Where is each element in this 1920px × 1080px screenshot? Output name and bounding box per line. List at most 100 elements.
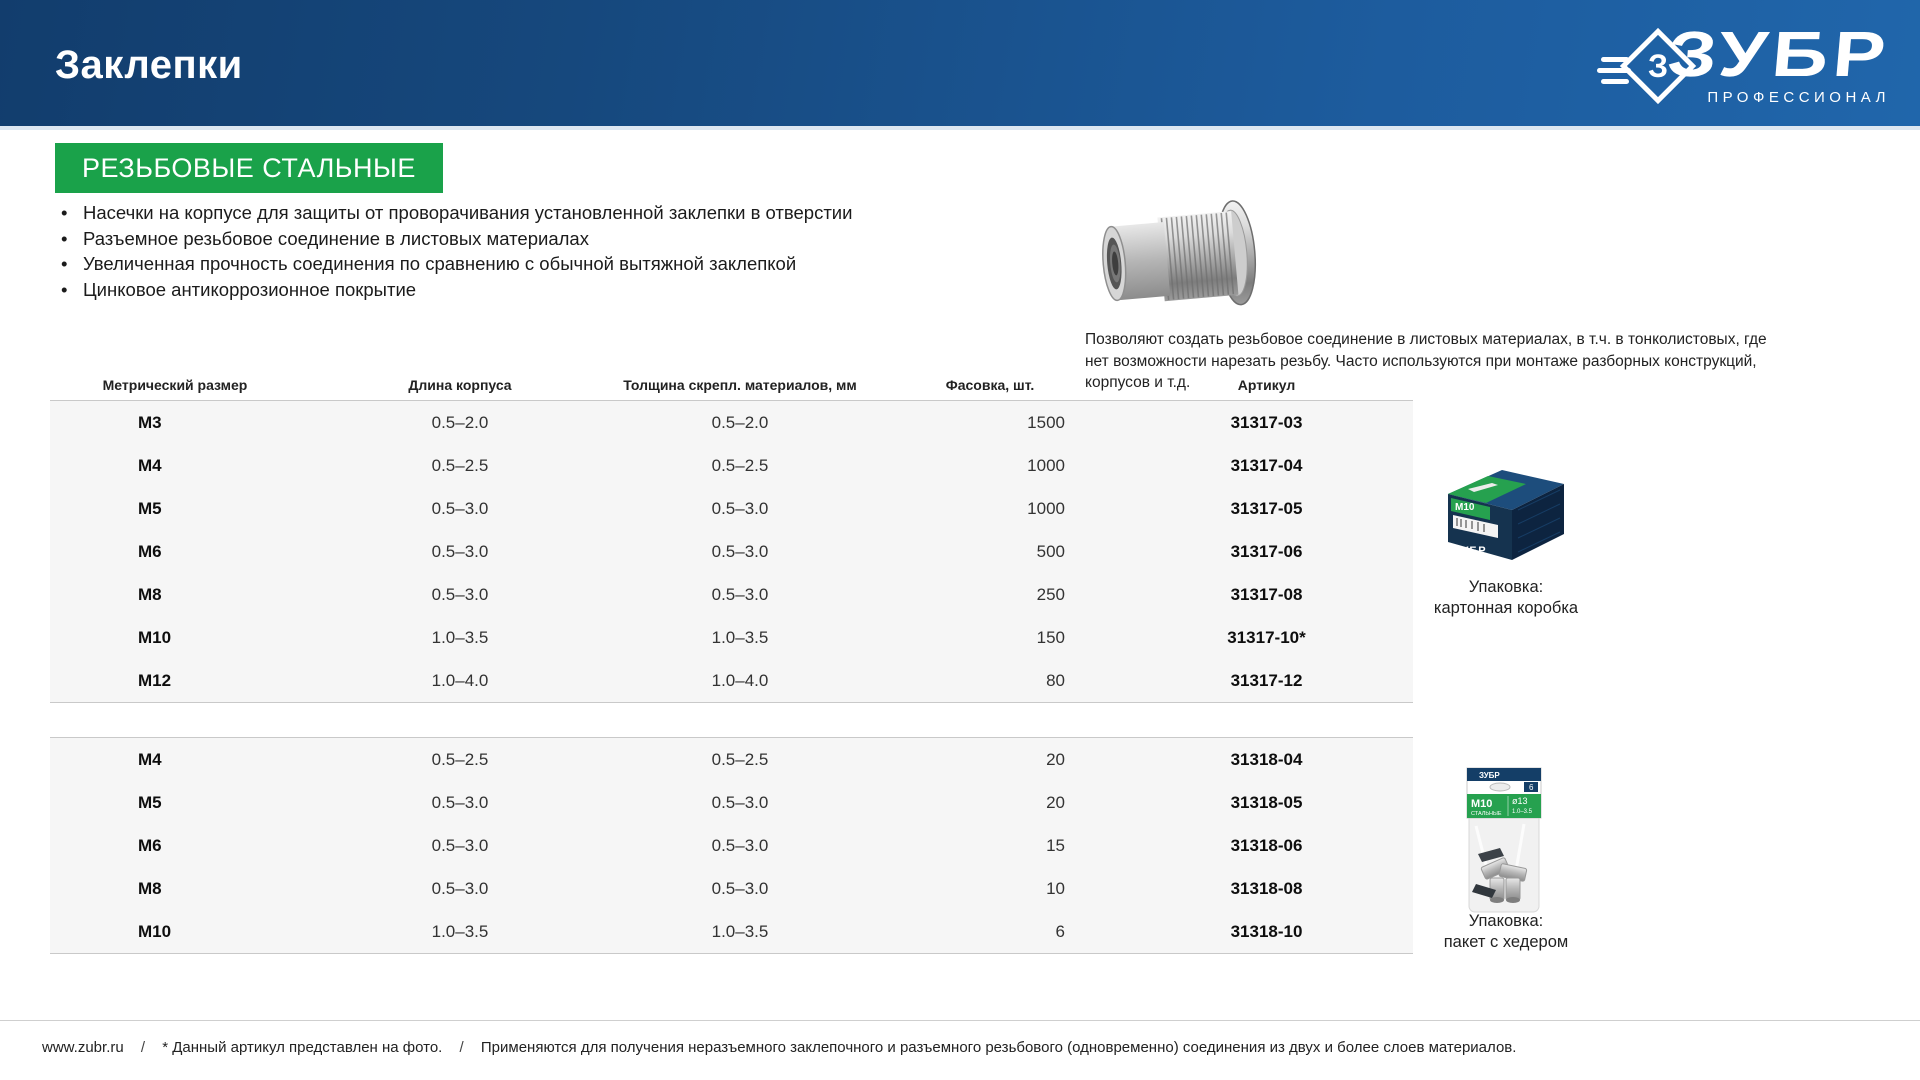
feature-item: Разъемное резьбовое соединение в листовы…: [58, 226, 978, 252]
footer-note-usage: Применяются для получения неразъемного з…: [481, 1039, 1517, 1056]
bag-count-label: 6: [1529, 783, 1534, 792]
table-cell: 0.5–3.0: [620, 836, 860, 856]
bag-size-label: M10: [1471, 798, 1492, 810]
table-body: М40.5–2.50.5–2.52031318-04М50.5–3.00.5–3…: [50, 737, 1413, 954]
table-row: М50.5–3.00.5–3.02031318-05: [50, 781, 1413, 824]
table-row: М121.0–4.01.0–4.08031317-12: [50, 659, 1413, 702]
table-row: М101.0–3.51.0–3.5631318-10: [50, 910, 1413, 953]
table-cell: 31317-06: [1120, 542, 1413, 562]
table-cell: 10: [860, 879, 1120, 899]
column-header: Фасовка, шт.: [860, 377, 1120, 393]
bag-caption: Упаковка: пакет с хедером: [1396, 911, 1616, 953]
table-cell: 1.0–3.5: [300, 628, 620, 648]
table-cell: 0.5–2.0: [620, 413, 860, 433]
table-cell: 0.5–3.0: [620, 585, 860, 605]
table-cell: 31317-10*: [1120, 628, 1413, 648]
table-cell: 31317-03: [1120, 413, 1413, 433]
table-cell: 0.5–3.0: [300, 836, 620, 856]
bag-material-label: СТАЛЬНЫЕ: [1471, 811, 1502, 817]
table-cell: М5: [50, 793, 300, 813]
footer: www.zubr.ru / * Данный артикул представл…: [42, 1039, 1516, 1056]
table-row: М80.5–3.00.5–3.01031318-08: [50, 867, 1413, 910]
table-row: М50.5–3.00.5–3.0100031317-05: [50, 487, 1413, 530]
table-cell: 20: [860, 793, 1120, 813]
brand-subtitle: ПРОФЕССИОНАЛ: [1707, 89, 1890, 106]
table-cell: 31317-05: [1120, 499, 1413, 519]
table-cell: М4: [50, 750, 300, 770]
feature-item: Цинковое антикоррозионное покрытие: [58, 277, 978, 303]
header-divider: [0, 126, 1920, 130]
table-row: М60.5–3.00.5–3.050031317-06: [50, 530, 1413, 573]
table-cell: М8: [50, 585, 300, 605]
table-cell: 1000: [860, 456, 1120, 476]
feature-item: Насечки на корпусе для защиты от провора…: [58, 200, 978, 226]
table-cell: М5: [50, 499, 300, 519]
table-cell: 31318-06: [1120, 836, 1413, 856]
table-cell: М12: [50, 671, 300, 691]
table-cell: 0.5–2.5: [620, 750, 860, 770]
table-cell: 31318-05: [1120, 793, 1413, 813]
column-header: Толщина скрепл. материалов, мм: [620, 377, 860, 393]
package-bag-photo: ЗУБР 6 M10 СТАЛЬНЫЕ ø13 1.0–3.5: [1460, 766, 1548, 916]
package-box-photo: M10 ЗУБР: [1438, 458, 1570, 566]
footer-note-photo: * Данный артикул представлен на фото.: [162, 1039, 442, 1056]
caption-line: Упаковка:: [1396, 911, 1616, 932]
site-link[interactable]: www.zubr.ru: [42, 1039, 124, 1056]
table-cell: М6: [50, 542, 300, 562]
brand-name: ЗУБР: [1665, 24, 1892, 84]
table-row: М60.5–3.00.5–3.01531318-06: [50, 824, 1413, 867]
table-cell: 31318-08: [1120, 879, 1413, 899]
feature-list: Насечки на корпусе для защиты от провора…: [58, 200, 978, 302]
box-brand-label: ЗУБР: [1454, 545, 1487, 557]
table-cell: М4: [50, 456, 300, 476]
column-header: Метрический размер: [50, 377, 300, 393]
table-cell: 1.0–4.0: [620, 671, 860, 691]
table-header-row: Метрический размер Длина корпуса Толщина…: [50, 370, 1413, 400]
table-cell: 0.5–2.5: [300, 750, 620, 770]
feature-item: Увеличенная прочность соединения по срав…: [58, 251, 978, 277]
column-header: Артикул: [1120, 377, 1413, 393]
table-cell: 0.5–3.0: [620, 793, 860, 813]
table-cell: 31317-08: [1120, 585, 1413, 605]
table-cell: 0.5–3.0: [300, 793, 620, 813]
footer-separator: /: [141, 1039, 145, 1056]
table-row: М40.5–2.50.5–2.5100031317-04: [50, 444, 1413, 487]
section-badge: РЕЗЬБОВЫЕ СТАЛЬНЫЕ: [55, 143, 443, 193]
product-photo-rivet-nut: [1085, 194, 1270, 322]
table-cell: 31318-04: [1120, 750, 1413, 770]
table-body: М30.5–2.00.5–2.0150031317-03М40.5–2.50.5…: [50, 400, 1413, 703]
table-cell: 0.5–3.0: [300, 499, 620, 519]
table-cell: 6: [860, 922, 1120, 942]
products-table-boxes: Метрический размер Длина корпуса Толщина…: [50, 370, 1413, 703]
box-size-label: M10: [1455, 502, 1475, 513]
table-cell: 31318-10: [1120, 922, 1413, 942]
table-cell: М10: [50, 922, 300, 942]
caption-line: пакет с хедером: [1396, 932, 1616, 953]
table-cell: М3: [50, 413, 300, 433]
table-cell: 0.5–2.5: [300, 456, 620, 476]
table-cell: 250: [860, 585, 1120, 605]
table-cell: 15: [860, 836, 1120, 856]
logo-speed-line: [1601, 79, 1629, 84]
table-cell: 1000: [860, 499, 1120, 519]
table-cell: 0.5–3.0: [620, 542, 860, 562]
logo-text: ЗУБР ПРОФЕССИОНАЛ: [1707, 24, 1890, 106]
table-cell: 31317-12: [1120, 671, 1413, 691]
table-cell: 20: [860, 750, 1120, 770]
table-row: М40.5–2.50.5–2.52031318-04: [50, 738, 1413, 781]
table-cell: 1.0–3.5: [620, 628, 860, 648]
bag-diameter-label: ø13: [1512, 796, 1528, 806]
table-cell: 150: [860, 628, 1120, 648]
bag-range-label: 1.0–3.5: [1512, 809, 1533, 815]
table-cell: 0.5–3.0: [300, 879, 620, 899]
table-cell: М10: [50, 628, 300, 648]
caption-line: картонная коробка: [1396, 598, 1616, 619]
table-row: М30.5–2.00.5–2.0150031317-03: [50, 401, 1413, 444]
header-banner: Заклепки З ЗУБР ПРОФЕССИОНАЛ: [0, 0, 1920, 126]
table-cell: 1.0–3.5: [620, 922, 860, 942]
table-cell: 80: [860, 671, 1120, 691]
page-title: Заклепки: [55, 43, 243, 88]
table-cell: М8: [50, 879, 300, 899]
bag-brand-label: ЗУБР: [1479, 771, 1500, 780]
column-header: Длина корпуса: [300, 377, 620, 393]
